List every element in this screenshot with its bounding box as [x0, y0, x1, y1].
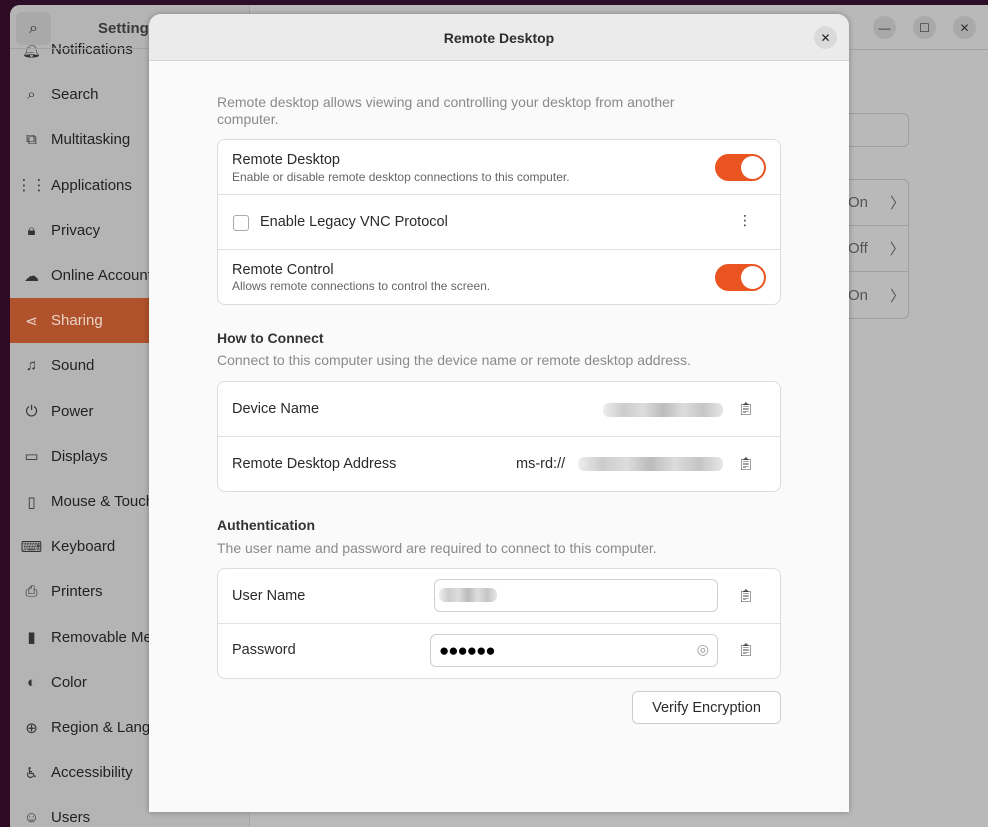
remote-desktop-card: Remote Desktop Enable or disable remote … — [217, 139, 781, 305]
sidebar-item-label: Online Accounts — [51, 267, 160, 284]
password-row: Password ●●●●●● ◎ 📋︎ — [218, 624, 780, 678]
share-icon: ⋖ — [25, 312, 38, 330]
remote-control-sub: Allows remote connections to control the… — [232, 279, 491, 293]
how-to-connect-desc: Connect to this computer using the devic… — [217, 352, 691, 368]
sidebar-item-label: Search — [51, 86, 99, 104]
sidebar-item-label: Printers — [51, 583, 103, 601]
close-icon: ✕ — [820, 30, 831, 45]
username-value-redacted — [439, 588, 497, 602]
accessibility-icon: ♿︎ — [24, 764, 39, 782]
dialog-header: Remote Desktop ✕ — [149, 14, 849, 61]
sidebar-item-label: Multitasking — [51, 131, 131, 149]
remote-control-label: Remote Control — [232, 262, 334, 278]
address-row: Remote Desktop Address ms-rd:// 📋︎ — [218, 437, 780, 491]
authentication-desc: The user name and password are required … — [217, 540, 657, 556]
sidebar-item-label: Applications — [51, 176, 132, 194]
mouse-icon: ▯ — [27, 493, 36, 511]
color-icon: ◐ — [26, 673, 37, 691]
username-input[interactable] — [434, 579, 718, 612]
cloud-icon: ☁ — [24, 267, 39, 285]
close-icon: ✕ — [959, 20, 970, 35]
close-window-button[interactable]: ✕ — [953, 16, 976, 39]
search-icon: ⌕ — [27, 86, 36, 104]
multitasking-icon: ⧉ — [26, 131, 37, 149]
copy-icon[interactable]: 📋︎ — [737, 456, 754, 472]
chevron-right-icon: 〉 — [889, 241, 905, 258]
username-row: User Name 📋︎ — [218, 569, 780, 624]
background-row: On 〉 — [848, 286, 906, 305]
remote-desktop-row: Remote Desktop Enable or disable remote … — [218, 140, 780, 195]
apps-grid-icon: ⋮⋮ — [16, 177, 47, 195]
display-icon: ▭ — [24, 448, 39, 466]
maximize-icon: ☐ — [919, 20, 930, 35]
eye-hidden-icon[interactable]: ◎ — [697, 641, 709, 658]
legacy-vnc-checkbox[interactable] — [233, 215, 249, 231]
username-label: User Name — [232, 588, 306, 604]
background-row: On 〉 — [848, 180, 908, 226]
password-mask: ●●●●●● — [439, 641, 496, 660]
verify-encryption-button[interactable]: Verify Encryption — [632, 691, 781, 724]
search-icon: ⌕ — [29, 19, 38, 37]
sidebar-item-label: Sharing — [51, 312, 103, 330]
legacy-vnc-label: Enable Legacy VNC Protocol — [260, 214, 448, 230]
sidebar-item-label: Color — [51, 673, 87, 691]
sidebar-item-label: Accessibility — [51, 764, 133, 782]
remote-control-row: Remote Control Allows remote connections… — [218, 250, 780, 304]
password-input[interactable]: ●●●●●● ◎ — [430, 634, 718, 667]
sidebar-item-label: Sound — [51, 357, 95, 375]
connect-card: Device Name 📋︎ Remote Desktop Address ms… — [217, 381, 781, 492]
dialog-title: Remote Desktop — [443, 30, 555, 46]
address-label: Remote Desktop Address — [232, 456, 397, 472]
copy-icon[interactable]: 📋︎ — [737, 588, 754, 604]
sidebar-item-label: Displays — [51, 447, 108, 465]
sidebar-item-label: Privacy — [51, 221, 101, 239]
remote-desktop-sub: Enable or disable remote desktop connect… — [232, 170, 570, 184]
chevron-right-icon: 〉 — [890, 195, 906, 212]
remote-control-toggle[interactable] — [715, 264, 766, 291]
globe-icon: ⊕ — [25, 719, 38, 737]
how-to-connect-heading: How to Connect — [217, 330, 324, 346]
usb-icon: ▮ — [27, 629, 36, 647]
chevron-right-icon: 〉 — [890, 287, 906, 305]
search-button[interactable]: ⌕ — [16, 12, 51, 45]
music-note-icon: ♫ — [25, 357, 38, 375]
users-icon: ☺ — [23, 809, 40, 827]
sidebar-item-label: Users — [51, 809, 91, 827]
minimize-icon: — — [878, 20, 891, 35]
legacy-vnc-row: Enable Legacy VNC Protocol ⋮ — [218, 195, 780, 250]
power-icon: ⏻ — [25, 402, 38, 420]
remote-desktop-toggle[interactable] — [715, 154, 766, 181]
device-name-label: Device Name — [232, 401, 320, 417]
authentication-heading: Authentication — [217, 517, 315, 533]
intro-text: Remote desktop allows viewing and contro… — [217, 94, 675, 127]
address-value: ms-rd:// — [516, 456, 566, 472]
background-row: Off 〉 — [848, 226, 908, 272]
copy-icon[interactable]: 📋︎ — [737, 401, 754, 417]
copy-icon[interactable]: 📋︎ — [737, 642, 754, 658]
address-value-redacted — [578, 457, 723, 471]
dialog-close-button[interactable]: ✕ — [814, 26, 837, 49]
auth-card: User Name 📋︎ Password ●●●●●● ◎ 📋︎ — [217, 568, 781, 679]
terminal-background — [0, 0, 10, 827]
device-name-row: Device Name 📋︎ — [218, 382, 780, 437]
lock-icon: 🔒︎ — [27, 221, 36, 239]
sidebar-item-label: Keyboard — [51, 538, 116, 556]
device-name-value-redacted — [603, 403, 723, 417]
remote-desktop-label: Remote Desktop — [232, 152, 340, 168]
remote-desktop-dialog: Remote Desktop ✕ Remote desktop allows v… — [149, 14, 849, 812]
printer-icon: ⎙ — [25, 583, 38, 601]
sidebar-item-label: Power — [51, 402, 94, 420]
maximize-button[interactable]: ☐ — [913, 16, 936, 39]
more-options-icon[interactable]: ⋮ — [738, 212, 752, 229]
minimize-button[interactable]: — — [873, 16, 896, 39]
keyboard-icon: ⌨ — [20, 538, 43, 556]
password-label: Password — [232, 642, 296, 658]
